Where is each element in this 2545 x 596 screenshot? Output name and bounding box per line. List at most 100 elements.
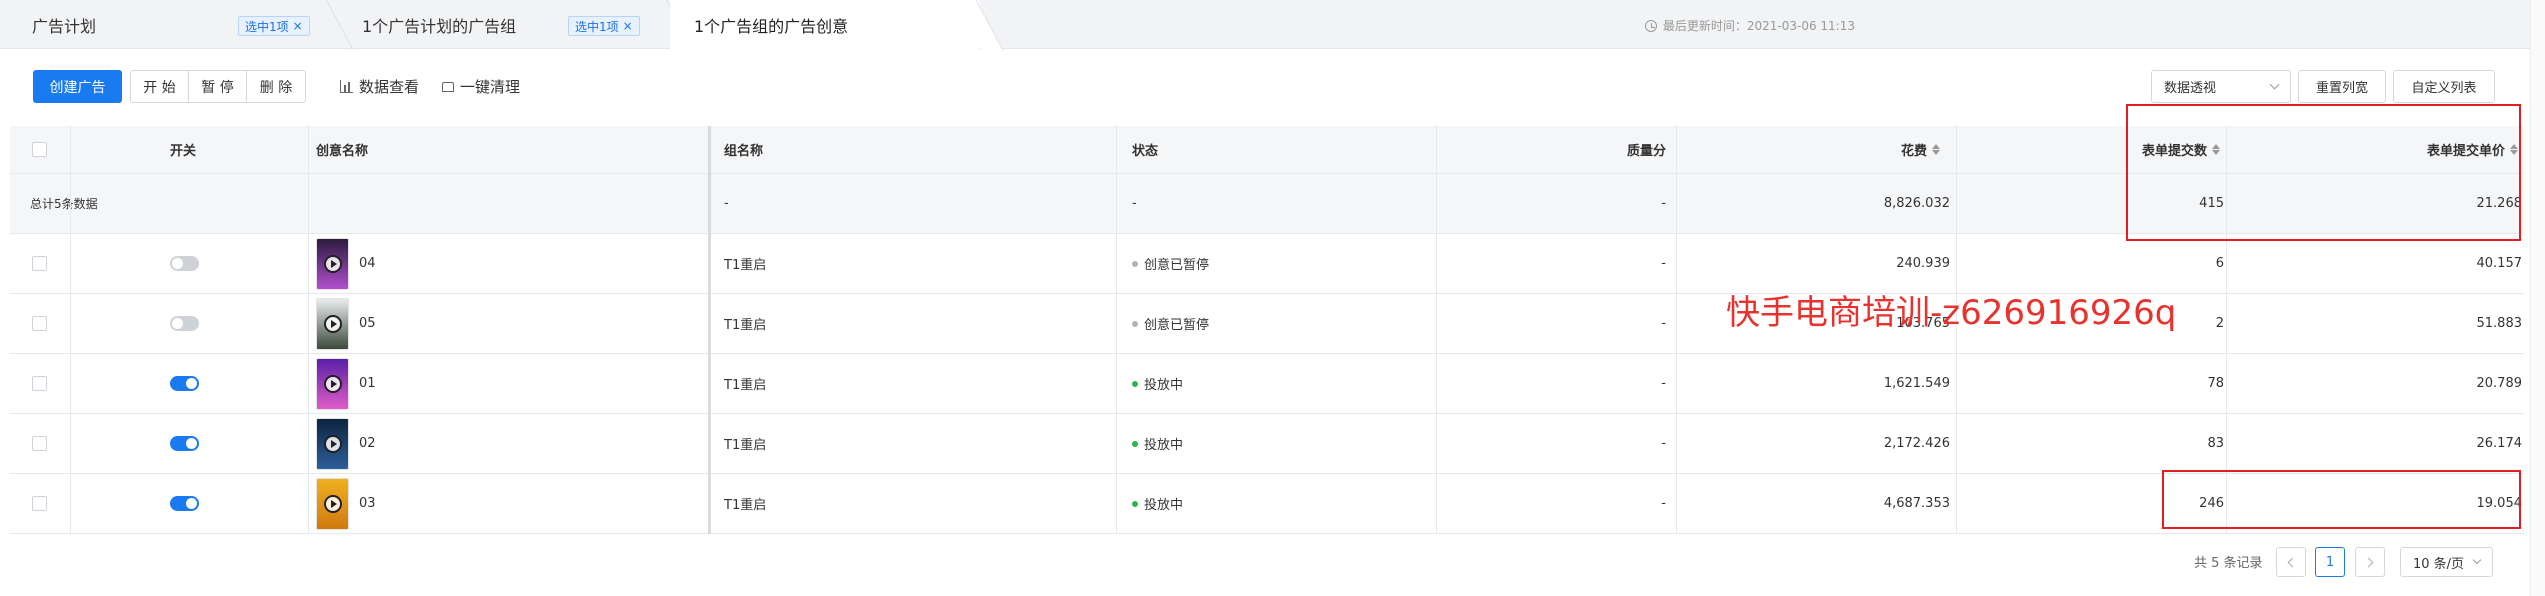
row-checkbox[interactable] xyxy=(32,354,47,413)
badge-text: 选中1项 xyxy=(575,19,619,34)
column-divider[interactable] xyxy=(708,126,711,534)
data-view-button[interactable]: 数据查看 xyxy=(340,76,419,97)
form-unit-price-value: 40.157 xyxy=(2476,256,2523,271)
chevron-right-icon xyxy=(2363,557,2374,567)
prev-page-button[interactable] xyxy=(2276,547,2306,577)
start-button[interactable]: 开 始 xyxy=(131,71,189,102)
quality-score: - xyxy=(1661,436,1666,451)
pause-button[interactable]: 暂 停 xyxy=(189,71,247,102)
last-update: 最后更新时间：2021-03-06 11:13 xyxy=(1644,17,1855,34)
next-page-button[interactable] xyxy=(2355,547,2385,577)
creative-cell[interactable]: 02 xyxy=(316,414,376,473)
tab-bar: 广告计划 选中1项 × 1个广告计划的广告组 选中1项 × 1个广告组的广告创意 最… xyxy=(0,0,2545,50)
quality-score: - xyxy=(1661,376,1666,391)
video-thumbnail[interactable] xyxy=(316,357,349,410)
status-toggle[interactable] xyxy=(170,474,199,533)
status-text: 创意已暂停 xyxy=(1144,258,1210,273)
form-unit-price-value: 26.174 xyxy=(2476,436,2523,451)
status-dot-icon xyxy=(1132,380,1138,387)
column-divider[interactable] xyxy=(1436,126,1437,534)
play-icon xyxy=(324,374,342,393)
video-thumbnail[interactable] xyxy=(316,237,349,290)
status-toggle[interactable] xyxy=(170,414,199,473)
col-spend[interactable]: 花费 xyxy=(1710,126,1940,173)
group-name: T1重启 xyxy=(724,498,767,513)
creative-cell[interactable]: 04 xyxy=(316,234,376,293)
creative-name: 03 xyxy=(359,496,376,511)
table-row[interactable]: 01 T1重启 投放中 - 1,621.549 78 20.789 xyxy=(10,354,2524,414)
play-icon xyxy=(324,254,342,273)
row-checkbox[interactable] xyxy=(32,474,47,533)
column-divider[interactable] xyxy=(1676,126,1677,534)
quality-score: - xyxy=(1661,496,1666,511)
status-dot-icon xyxy=(1132,500,1138,507)
total-quality: - xyxy=(1661,196,1666,211)
video-thumbnail[interactable] xyxy=(316,477,349,530)
video-thumbnail[interactable] xyxy=(316,297,349,350)
page-number-button[interactable]: 1 xyxy=(2315,547,2345,577)
col-status: 状态 xyxy=(1132,144,1159,159)
row-checkbox[interactable] xyxy=(32,294,47,353)
select-all-checkbox[interactable] xyxy=(32,126,47,173)
status-text: 创意已暂停 xyxy=(1144,318,1210,333)
column-divider[interactable] xyxy=(1116,126,1117,534)
close-icon[interactable]: × xyxy=(293,19,303,33)
create-ad-button[interactable]: 创建广告 xyxy=(33,70,122,103)
creative-name: 05 xyxy=(359,316,376,331)
creative-cell[interactable]: 01 xyxy=(316,354,376,413)
creative-name: 01 xyxy=(359,376,376,391)
form-submits-value: 78 xyxy=(2207,376,2224,391)
status-cell: 投放中 xyxy=(1132,474,1183,533)
reset-width-button[interactable]: 重置列宽 xyxy=(2298,70,2386,103)
status-cell: 创意已暂停 xyxy=(1132,234,1209,293)
play-icon xyxy=(324,314,342,333)
pivot-select[interactable]: 数据透视 xyxy=(2151,70,2291,103)
column-divider[interactable] xyxy=(70,126,71,534)
row-checkbox[interactable] xyxy=(32,234,47,293)
delete-button[interactable]: 删 除 xyxy=(247,71,305,102)
page-size-select[interactable]: 10 条/页 xyxy=(2400,547,2493,577)
vertical-scrollbar[interactable] xyxy=(2530,0,2545,596)
data-view-label: 数据查看 xyxy=(359,78,420,96)
action-button-group: 开 始 暂 停 删 除 xyxy=(130,70,306,103)
one-click-clean-button[interactable]: 一键清理 xyxy=(442,76,520,97)
column-divider[interactable] xyxy=(308,126,309,534)
table-row[interactable]: 02 T1重启 投放中 - 2,172.426 83 26.174 xyxy=(10,414,2524,474)
broom-icon xyxy=(442,81,454,92)
total-label: 总计5条数据 xyxy=(30,197,98,211)
status-cell: 创意已暂停 xyxy=(1132,294,1209,353)
tab-ad-plans[interactable]: 广告计划 选中1项 × xyxy=(0,0,330,49)
group-name: T1重启 xyxy=(724,438,767,453)
table-row[interactable]: 03 T1重启 投放中 -4,687.353 246 19.054 xyxy=(10,474,2524,534)
chevron-down-icon xyxy=(2472,555,2482,565)
status-cell: 投放中 xyxy=(1132,414,1183,473)
creative-name: 02 xyxy=(359,436,376,451)
selected-badge[interactable]: 选中1项 × xyxy=(238,16,310,36)
highlight-box-top xyxy=(2126,104,2521,241)
quality-score: - xyxy=(1661,316,1666,331)
creative-cell[interactable]: 03 xyxy=(316,474,376,533)
spend-value: 1,621.549 xyxy=(1883,376,1950,391)
tab-ad-groups[interactable]: 1个广告计划的广告组 选中1项 × xyxy=(330,0,670,49)
col-creative-name: 创意名称 xyxy=(316,144,369,159)
status-dot-icon xyxy=(1132,440,1138,447)
status-toggle[interactable] xyxy=(170,354,199,413)
status-dot-icon xyxy=(1132,260,1138,267)
sort-icon[interactable] xyxy=(1932,144,1940,155)
clock-icon xyxy=(1644,19,1657,32)
clean-label: 一键清理 xyxy=(460,78,521,96)
video-thumbnail[interactable] xyxy=(316,417,349,470)
close-icon[interactable]: × xyxy=(623,19,633,33)
status-toggle[interactable] xyxy=(170,234,199,293)
selected-badge[interactable]: 选中1项 × xyxy=(568,16,640,36)
col-quality: 质量分 xyxy=(1626,144,1666,159)
total-group: - xyxy=(724,196,729,211)
row-checkbox[interactable] xyxy=(32,414,47,473)
group-name: T1重启 xyxy=(724,258,767,273)
tab-ad-creatives[interactable]: 1个广告组的广告创意 xyxy=(670,0,980,50)
creative-cell[interactable]: 05 xyxy=(316,294,376,353)
custom-columns-button[interactable]: 自定义列表 xyxy=(2393,70,2495,103)
highlight-box-bottom xyxy=(2162,470,2521,529)
status-toggle[interactable] xyxy=(170,294,199,353)
spend-value: 2,172.426 xyxy=(1883,436,1950,451)
